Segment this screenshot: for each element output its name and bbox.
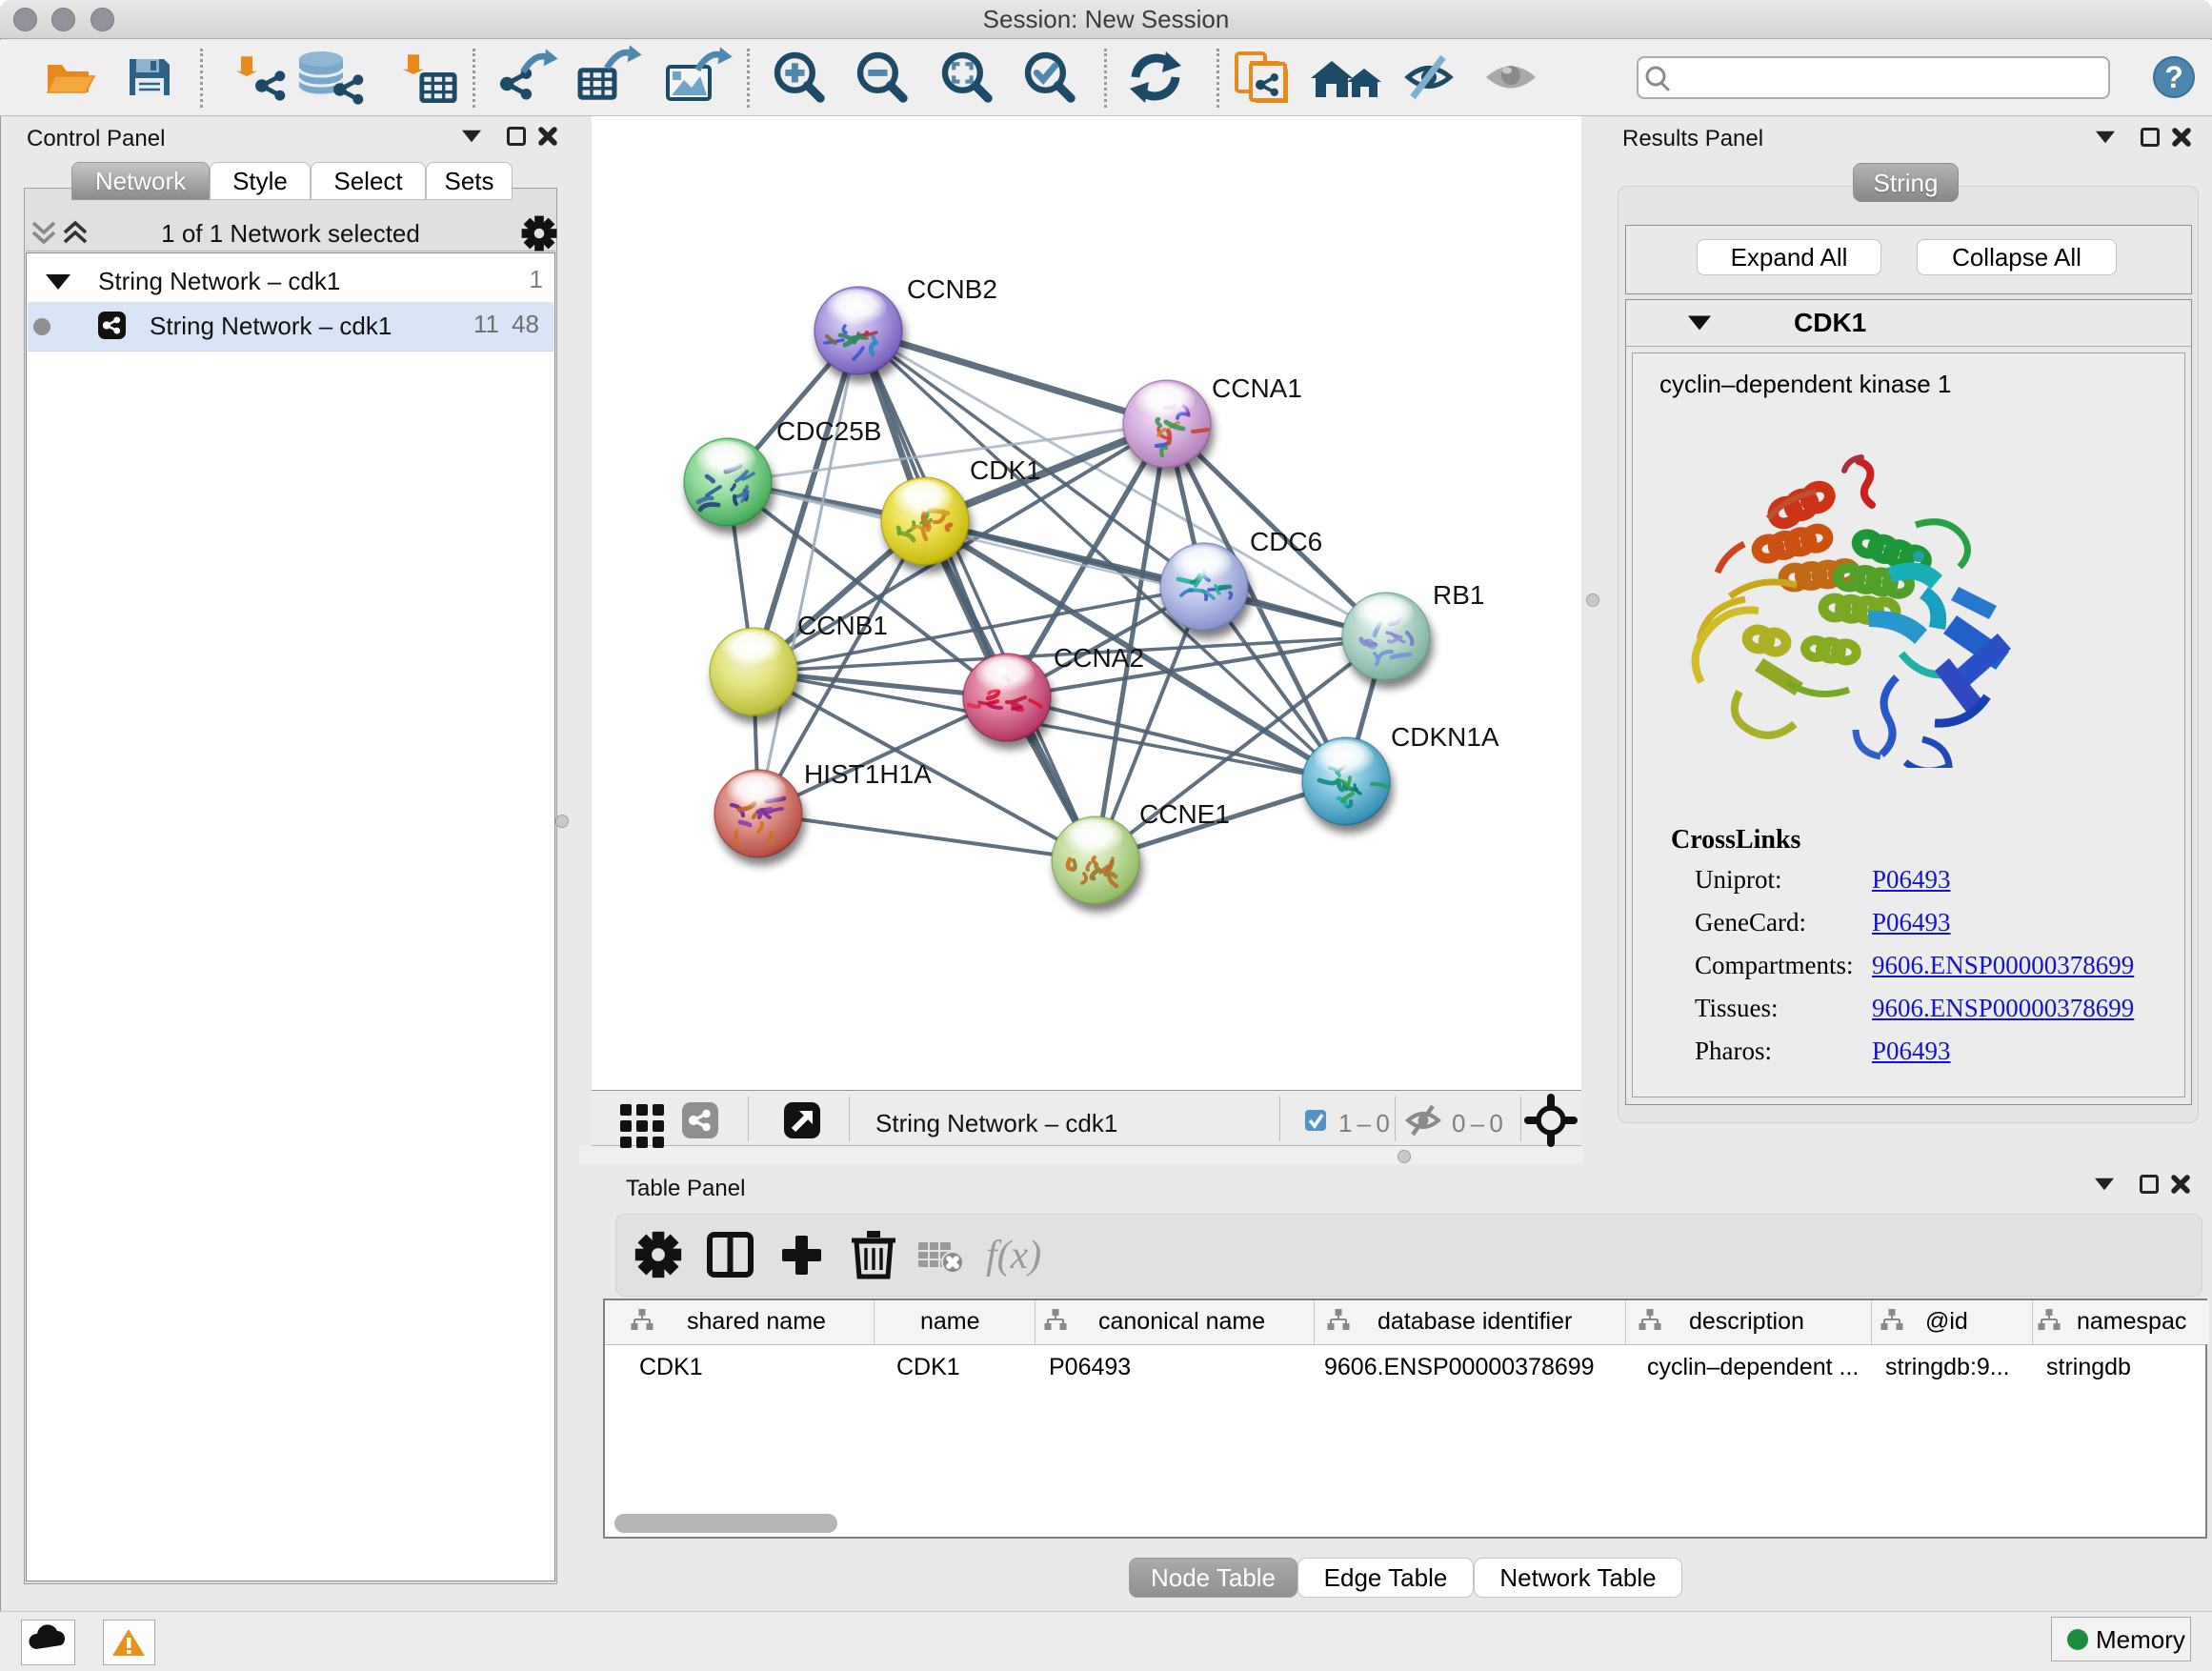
svg-text:CCNB2: CCNB2: [907, 274, 997, 304]
svg-text:CDC25B: CDC25B: [776, 416, 881, 446]
svg-text:CCNA2: CCNA2: [1054, 643, 1144, 673]
svg-text:CDC6: CDC6: [1250, 527, 1322, 556]
svg-text:CDKN1A: CDKN1A: [1391, 722, 1499, 752]
svg-text:CCNA1: CCNA1: [1212, 373, 1302, 403]
svg-text:HIST1H1A: HIST1H1A: [804, 759, 932, 789]
svg-text:CCNE1: CCNE1: [1139, 799, 1230, 829]
svg-text:CDK1: CDK1: [970, 455, 1041, 485]
svg-text:CCNB1: CCNB1: [797, 611, 888, 640]
svg-text:RB1: RB1: [1433, 580, 1484, 610]
svg-text:?: ?: [2164, 60, 2183, 94]
